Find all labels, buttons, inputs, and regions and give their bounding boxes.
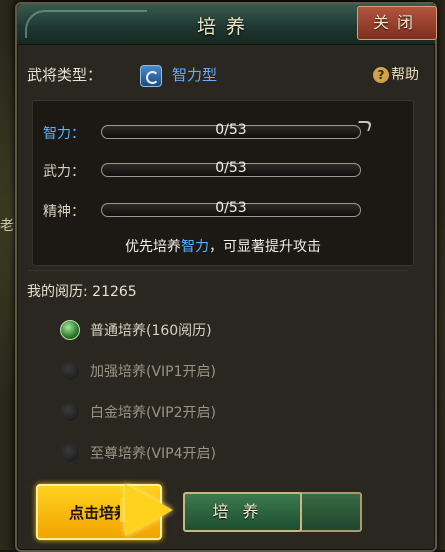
attr-label-intellect: 智力： [43, 126, 85, 142]
radio-icon[interactable] [60, 443, 80, 463]
option-label: 至尊培养(VIP4开启) [90, 446, 216, 462]
experience-value: 21265 [92, 284, 137, 300]
help-label: 帮助 [391, 67, 419, 83]
question-icon: ? [373, 67, 389, 83]
general-type-label: 武将类型： [27, 66, 103, 84]
general-type-value: 智力型 [172, 66, 218, 84]
attr-value-intellect: 0/53 [215, 122, 247, 138]
attr-bar-spirit: 0/53 [101, 200, 361, 217]
experience-label: 我的阅历: [27, 284, 88, 300]
bar-end-icon [355, 121, 373, 131]
attr-label-force: 武力： [43, 164, 85, 180]
train-button-edge [300, 492, 362, 532]
divider [28, 270, 408, 271]
attribute-panel: 智力： 0/53 武力： 0/53 精神： 0/53 优先培养智力，可显著提升攻… [32, 100, 414, 266]
training-hint: 优先培养智力，可显著提升攻击 [33, 236, 413, 256]
attr-label-spirit: 精神： [43, 204, 85, 220]
option-label: 白金培养(VIP2开启) [90, 405, 216, 421]
radio-icon[interactable] [60, 361, 80, 381]
arrow-right-icon [125, 484, 173, 536]
hint-attribute: 智力 [181, 239, 209, 255]
radio-selected-icon[interactable] [60, 320, 80, 340]
option-label: 加强培养(VIP1开启) [90, 364, 216, 380]
experience-row: 我的阅历: 21265 [27, 281, 137, 301]
attr-bar-force: 0/53 [101, 160, 361, 177]
option-label: 普通培养(160阅历) [90, 323, 212, 339]
background-fragment: 老 [0, 218, 14, 234]
hint-suffix: ，可显著提升攻击 [209, 239, 321, 255]
intellect-icon [140, 65, 162, 87]
close-button[interactable]: 关闭 [357, 6, 437, 40]
radio-icon[interactable] [60, 402, 80, 422]
help-button[interactable]: ? 帮助 [373, 64, 419, 84]
attr-value-spirit: 0/53 [215, 200, 247, 216]
train-button[interactable]: 培养 [183, 492, 302, 532]
attr-value-force: 0/53 [215, 160, 247, 176]
hint-prefix: 优先培养 [125, 239, 181, 255]
attr-bar-intellect: 0/53 [101, 122, 361, 139]
